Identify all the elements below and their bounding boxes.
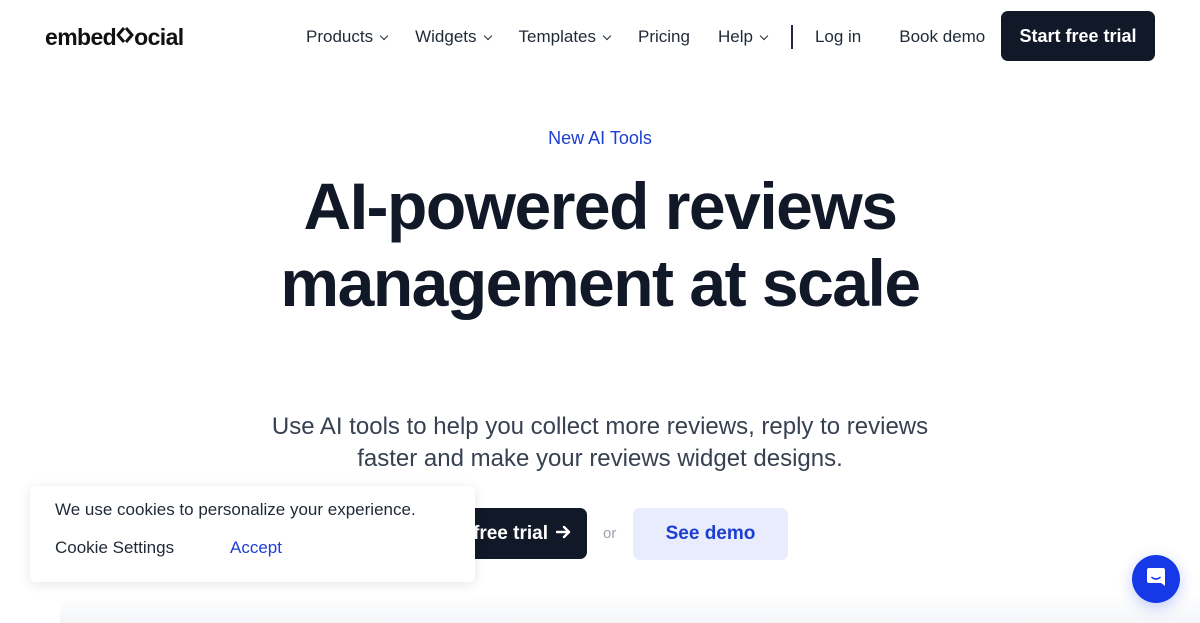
nav-help[interactable]: Help [717, 27, 769, 47]
nav-templates[interactable]: Templates [518, 27, 612, 47]
chat-launcher-button[interactable] [1132, 555, 1180, 603]
nav-widgets-label: Widgets [415, 27, 477, 46]
hero-subtitle: Use AI tools to help you collect more re… [271, 413, 929, 472]
logo-mark-icon [115, 24, 135, 51]
section-preview-shadow [60, 595, 1200, 623]
cta-separator: or [603, 525, 617, 542]
nav-pricing[interactable]: Pricing [638, 27, 690, 47]
see-demo-button[interactable]: See demo [633, 508, 788, 560]
logo-text-right: ocial [134, 24, 184, 50]
book-demo-link[interactable]: Book demo [899, 27, 985, 47]
hero-title: AI-powered reviews management at scale [280, 169, 921, 320]
chevron-down-icon [379, 31, 389, 40]
nav-products[interactable]: Products [306, 27, 389, 47]
cookie-banner: We use cookies to personalize your exper… [30, 486, 475, 582]
nav-pricing-label: Pricing [638, 27, 690, 46]
chat-smile-icon [1145, 566, 1167, 593]
nav-widgets[interactable]: Widgets [415, 27, 492, 47]
start-free-trial-button-header[interactable]: Start free trial [1001, 11, 1155, 61]
nav-products-label: Products [306, 27, 374, 46]
nav-help-label: Help [717, 27, 753, 46]
nav-divider [790, 25, 793, 49]
chevron-down-icon [602, 31, 612, 40]
embedsocial-logo[interactable]: embed ocial [45, 24, 184, 51]
start-free-trial-label: free trial [473, 522, 548, 544]
nav-templates-label: Templates [518, 27, 596, 46]
cookie-message: We use cookies to personalize your exper… [55, 500, 416, 519]
logo-text-left: embed [45, 24, 117, 50]
main-nav: Products Widgets Templates Pricing Help … [306, 25, 985, 49]
chevron-down-icon [483, 31, 492, 40]
arrow-right-icon [555, 523, 571, 545]
cookie-accept-button[interactable]: Accept [230, 538, 282, 558]
login-link[interactable]: Log in [815, 27, 861, 47]
cookie-settings-link[interactable]: Cookie Settings [55, 538, 174, 558]
hero-eyebrow: New AI Tools [548, 128, 652, 148]
site-header: embed ocial Products Widgets Templates P… [0, 0, 1200, 72]
chevron-down-icon [759, 31, 769, 40]
